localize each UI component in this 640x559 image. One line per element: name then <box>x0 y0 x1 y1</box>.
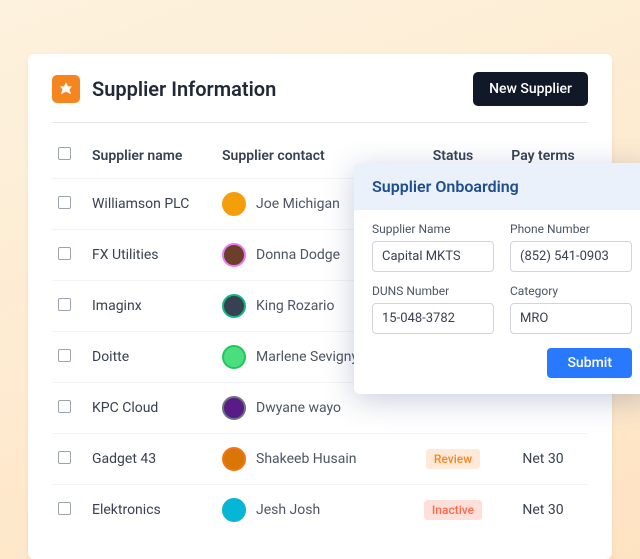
new-supplier-button[interactable]: New Supplier <box>473 72 588 106</box>
duns-label: DUNS Number <box>372 284 494 298</box>
contact-name: Shakeeb Husain <box>256 451 356 467</box>
row-checkbox[interactable] <box>58 196 71 209</box>
supplier-name-input[interactable] <box>372 241 494 272</box>
supplier-name-cell: KPC Cloud <box>86 383 216 434</box>
category-input[interactable] <box>510 303 632 334</box>
contact-name: Jesh Josh <box>256 502 320 518</box>
avatar <box>222 243 246 267</box>
avatar <box>222 498 246 522</box>
supplier-contact-cell: Jesh Josh <box>216 485 408 536</box>
row-checkbox[interactable] <box>58 451 71 464</box>
col-header-name: Supplier name <box>86 137 216 179</box>
avatar <box>222 294 246 318</box>
supplier-name-label: Supplier Name <box>372 222 494 236</box>
status-badge: Inactive <box>424 500 482 520</box>
contact-name: Joe Michigan <box>256 196 340 212</box>
select-all-checkbox[interactable] <box>58 147 71 160</box>
supplier-name-cell: Williamson PLC <box>86 179 216 230</box>
row-checkbox[interactable] <box>58 298 71 311</box>
contact-name: Marlene Sevigny <box>256 349 358 365</box>
app-icon <box>52 75 80 103</box>
supplier-name-cell: Gadget 43 <box>86 434 216 485</box>
status-badge: Review <box>426 449 480 469</box>
supplier-name-cell: FX Utilities <box>86 230 216 281</box>
row-checkbox[interactable] <box>58 502 71 515</box>
phone-input[interactable] <box>510 241 632 272</box>
supplier-contact-cell: Shakeeb Husain <box>216 434 408 485</box>
row-checkbox[interactable] <box>58 247 71 260</box>
onboarding-panel: Supplier Onboarding Supplier Name Phone … <box>354 163 640 394</box>
contact-name: King Rozario <box>256 298 334 314</box>
row-checkbox[interactable] <box>58 349 71 362</box>
card-header: Supplier Information New Supplier <box>52 54 588 123</box>
category-label: Category <box>510 284 632 298</box>
avatar <box>222 447 246 471</box>
duns-input[interactable] <box>372 303 494 334</box>
avatar <box>222 192 246 216</box>
pay-terms-cell: Net 30 <box>498 434 588 485</box>
status-cell: Review <box>408 434 498 485</box>
table-row: Gadget 43 Shakeeb Husain Review Net 30 <box>52 434 588 485</box>
supplier-name-cell: Imaginx <box>86 281 216 332</box>
avatar <box>222 396 246 420</box>
pay-terms-cell: Net 30 <box>498 485 588 536</box>
contact-name: Dwyane wayo <box>256 400 341 416</box>
supplier-name-cell: Doitte <box>86 332 216 383</box>
avatar <box>222 345 246 369</box>
page-title: Supplier Information <box>92 77 473 101</box>
onboarding-title: Supplier Onboarding <box>354 163 640 210</box>
phone-label: Phone Number <box>510 222 632 236</box>
status-cell: Inactive <box>408 485 498 536</box>
row-checkbox[interactable] <box>58 400 71 413</box>
submit-button[interactable]: Submit <box>547 348 632 378</box>
table-row: Elektronics Jesh Josh Inactive Net 30 <box>52 485 588 536</box>
contact-name: Donna Dodge <box>256 247 340 263</box>
supplier-name-cell: Elektronics <box>86 485 216 536</box>
